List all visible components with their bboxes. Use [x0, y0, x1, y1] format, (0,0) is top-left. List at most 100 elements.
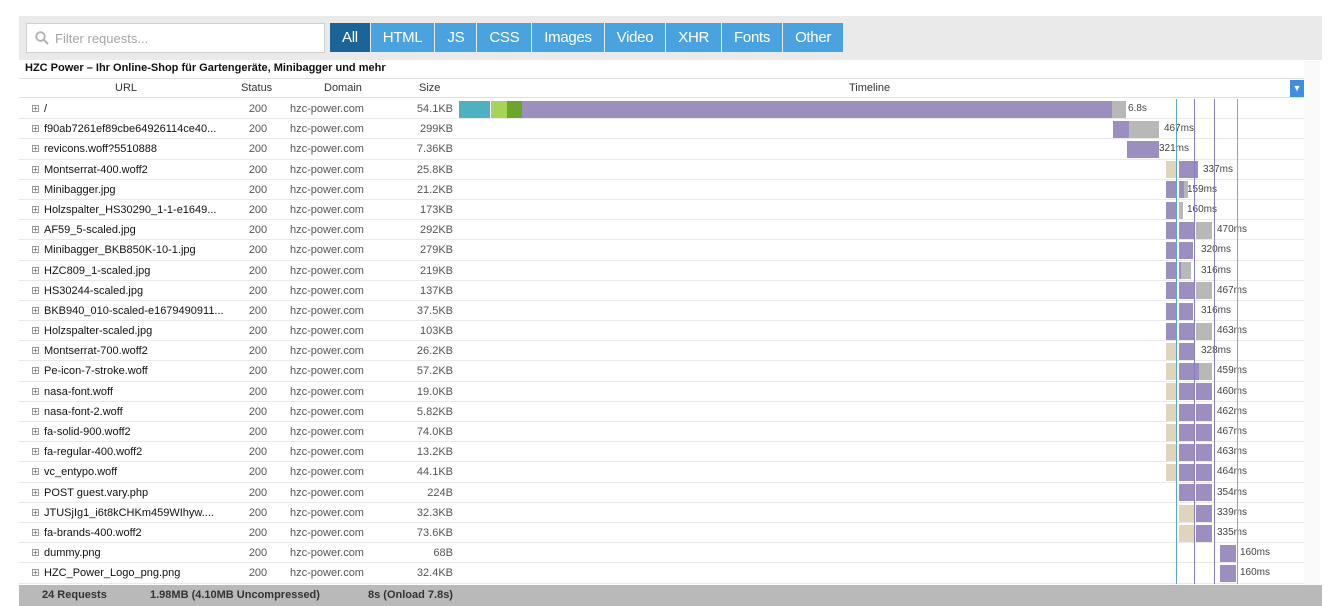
tab-other[interactable]: Other	[783, 23, 844, 52]
request-duration: 160ms	[1240, 547, 1271, 559]
request-url[interactable]: HZC809_1-scaled.jpg	[44, 261, 234, 281]
tab-css[interactable]: CSS	[477, 23, 532, 52]
expand-icon[interactable]: +	[32, 226, 39, 234]
request-url[interactable]: dummy.png	[44, 543, 234, 563]
request-row[interactable]: + HZC_Power_Logo_png.png 200 hzc-power.com 3…	[19, 563, 1304, 584]
column-status[interactable]: Status	[241, 79, 272, 98]
request-row[interactable]: + nasa-font-2.woff 200 hzc-power.com 5.82KB 4…	[19, 402, 1304, 422]
expand-icon[interactable]: +	[32, 246, 39, 254]
request-url[interactable]: /	[44, 99, 234, 119]
column-timeline[interactable]: Timeline	[849, 79, 890, 98]
expand-icon[interactable]: +	[32, 205, 39, 213]
expand-icon[interactable]: +	[32, 569, 39, 577]
request-url[interactable]: Minibagger.jpg	[44, 180, 234, 200]
request-status: 200	[248, 325, 268, 338]
request-url[interactable]: f90ab7261ef89cbe64926114ce40...	[44, 119, 234, 139]
timeline-options-button[interactable]: ▼	[1290, 80, 1304, 97]
request-url[interactable]: POST guest.vary.php	[44, 483, 234, 503]
column-size[interactable]: Size	[419, 79, 440, 98]
request-url[interactable]: HS30244-scaled.jpg	[44, 281, 234, 301]
request-row[interactable]: + fa-regular-400.woff2 200 hzc-power.com 13.…	[19, 442, 1304, 463]
tab-video[interactable]: Video	[604, 23, 666, 52]
request-row[interactable]: + Pe-icon-7-stroke.woff 200 hzc-power.com 57…	[19, 361, 1304, 382]
request-url[interactable]: fa-solid-900.woff2	[44, 422, 234, 442]
request-row[interactable]: + BKB940_010-scaled-e1679490911... 200 hzc-…	[19, 301, 1304, 322]
request-size: 25.8KB	[416, 163, 453, 176]
request-url[interactable]: HZC_Power_Logo_png.png	[44, 563, 234, 583]
request-domain: hzc-power.com	[290, 163, 364, 176]
request-url[interactable]: Holzspalter_HS30290_1-1-e1649...	[44, 200, 234, 220]
expand-icon[interactable]: +	[32, 468, 39, 476]
expand-icon[interactable]: +	[32, 407, 39, 415]
request-row[interactable]: + Montserrat-700.woff2 200 hzc-power.com 26.…	[19, 341, 1304, 362]
request-row[interactable]: + AF59_5-scaled.jpg 200 hzc-power.com 292KB 4…	[19, 220, 1304, 241]
expand-icon[interactable]: +	[32, 387, 39, 395]
request-row[interactable]: + POST guest.vary.php 200 hzc-power.com 224B…	[19, 483, 1304, 503]
expand-icon[interactable]: +	[32, 145, 39, 153]
request-url[interactable]: JTUSjIg1_i6t8kCHKm459WIhyw....	[44, 503, 234, 523]
request-row[interactable]: + f90ab7261ef89cbe64926114ce40... 200 hzc-p…	[19, 119, 1304, 140]
request-row[interactable]: + vc_entypo.woff 200 hzc-power.com 44.1KB 464…	[19, 462, 1304, 483]
request-url[interactable]: Montserrat-700.woff2	[44, 341, 234, 361]
request-url[interactable]: revicons.woff?5510888	[44, 139, 234, 159]
filter-input[interactable]	[55, 24, 321, 52]
expand-icon[interactable]: +	[32, 327, 39, 335]
expand-icon[interactable]: +	[32, 549, 39, 557]
request-size: 279KB	[419, 244, 453, 257]
request-row[interactable]: + Montserrat-400.woff2 200 hzc-power.com 25.…	[19, 160, 1304, 180]
expand-icon[interactable]: +	[32, 448, 39, 456]
filter-box[interactable]	[26, 23, 325, 53]
request-domain: hzc-power.com	[290, 224, 364, 237]
expand-icon[interactable]: +	[32, 488, 39, 496]
request-url[interactable]: fa-regular-400.woff2	[44, 442, 234, 462]
expand-icon[interactable]: +	[32, 528, 39, 536]
request-row[interactable]: + Holzspalter-scaled.jpg 200 hzc-power.com 1…	[19, 321, 1304, 342]
expand-icon[interactable]: +	[32, 367, 39, 375]
request-row[interactable]: + dummy.png 200 hzc-power.com 68B 160ms	[19, 543, 1304, 564]
request-row[interactable]: + revicons.woff?5510888 200 hzc-power.com 7.…	[19, 139, 1304, 160]
request-row[interactable]: + / 200 hzc-power.com 54.1KB 6.8s	[19, 99, 1304, 120]
request-row[interactable]: + fa-brands-400.woff2 200 hzc-power.com 73.6…	[19, 523, 1304, 544]
request-row[interactable]: + HS30244-scaled.jpg 200 hzc-power.com 137KB…	[19, 281, 1304, 301]
request-row[interactable]: + Minibagger_BKB850K-10-1.jpg 200 hzc-power…	[19, 240, 1304, 261]
request-url[interactable]: BKB940_010-scaled-e1679490911...	[44, 301, 234, 321]
expand-icon[interactable]: +	[32, 125, 39, 133]
tab-html[interactable]: HTML	[370, 23, 435, 52]
vertical-scrollbar[interactable]	[1304, 61, 1320, 589]
tab-fonts[interactable]: Fonts	[722, 23, 783, 52]
request-url[interactable]: Montserrat-400.woff2	[44, 160, 234, 180]
expand-icon[interactable]: +	[32, 266, 39, 274]
request-url[interactable]: Minibagger_BKB850K-10-1.jpg	[44, 240, 234, 260]
request-row[interactable]: + JTUSjIg1_i6t8kCHKm459WIhyw.... 200 hzc-po…	[19, 503, 1304, 523]
request-url[interactable]: AF59_5-scaled.jpg	[44, 220, 234, 240]
request-domain: hzc-power.com	[290, 365, 364, 378]
column-url[interactable]: URL	[115, 79, 137, 98]
expand-icon[interactable]: +	[32, 306, 39, 314]
request-url[interactable]: nasa-font.woff	[44, 382, 234, 402]
expand-icon[interactable]: +	[32, 428, 39, 436]
request-url[interactable]: vc_entypo.woff	[44, 462, 234, 482]
request-status: 200	[248, 224, 268, 237]
request-url[interactable]: fa-brands-400.woff2	[44, 523, 234, 543]
tab-js[interactable]: JS	[435, 23, 477, 52]
tab-all[interactable]: All	[330, 23, 370, 52]
expand-icon[interactable]: +	[32, 185, 39, 193]
request-size: 26.2KB	[416, 345, 453, 358]
expand-icon[interactable]: +	[32, 508, 39, 516]
expand-icon[interactable]: +	[32, 347, 39, 355]
request-row[interactable]: + Holzspalter_HS30290_1-1-e1649... 200 hzc-…	[19, 200, 1304, 221]
expand-icon[interactable]: +	[32, 105, 39, 113]
request-list: + / 200 hzc-power.com 54.1KB 6.8s + f90ab7261ef…	[19, 99, 1304, 584]
expand-icon[interactable]: +	[32, 165, 39, 173]
tab-images[interactable]: Images	[532, 23, 604, 52]
request-url[interactable]: Holzspalter-scaled.jpg	[44, 321, 234, 341]
request-url[interactable]: nasa-font-2.woff	[44, 402, 234, 422]
request-row[interactable]: + HZC809_1-scaled.jpg 200 hzc-power.com 219K…	[19, 261, 1304, 281]
request-row[interactable]: + nasa-font.woff 200 hzc-power.com 19.0KB 460…	[19, 382, 1304, 402]
request-row[interactable]: + fa-solid-900.woff2 200 hzc-power.com 74.0K…	[19, 422, 1304, 443]
column-domain[interactable]: Domain	[324, 79, 362, 98]
expand-icon[interactable]: +	[32, 286, 39, 294]
request-url[interactable]: Pe-icon-7-stroke.woff	[44, 361, 234, 381]
tab-xhr[interactable]: XHR	[666, 23, 722, 52]
request-row[interactable]: + Minibagger.jpg 200 hzc-power.com 21.2KB 159…	[19, 180, 1304, 200]
